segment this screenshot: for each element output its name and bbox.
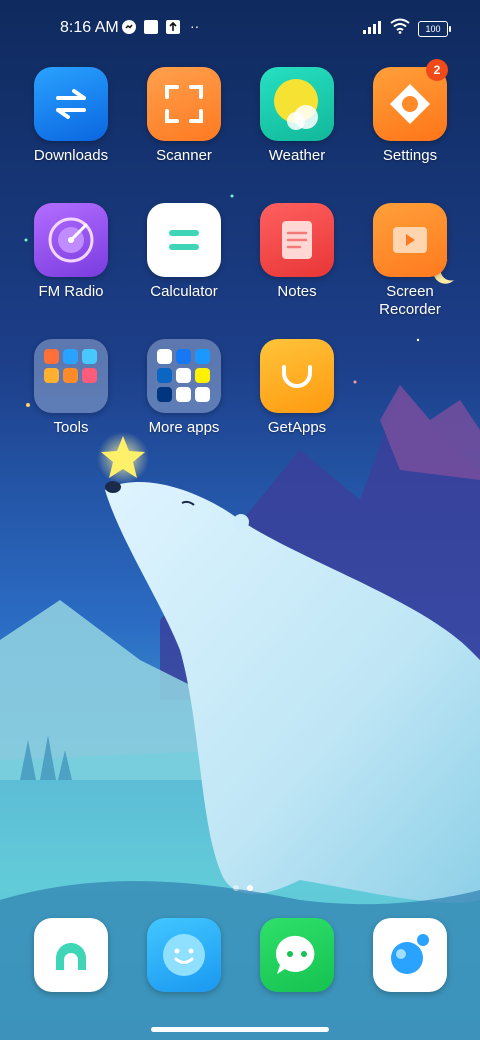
app-label: Weather [268, 147, 326, 164]
app-label: More apps [148, 419, 220, 436]
weather-icon [260, 67, 334, 141]
calculator-icon [147, 203, 221, 277]
app-scanner[interactable]: Scanner [129, 67, 239, 165]
messenger-icon [121, 19, 137, 40]
mini-app-icon [82, 349, 97, 364]
app-settings[interactable]: 2 Settings [355, 59, 465, 165]
mini-app-icon [82, 368, 97, 383]
page-indicator[interactable] [229, 878, 257, 896]
getapps-icon [260, 339, 334, 413]
notification-badge: 2 [426, 59, 448, 81]
scanner-icon [147, 67, 221, 141]
app-label: Calculator [150, 283, 218, 300]
mini-app-icon [44, 349, 59, 364]
mini-app-icon [44, 368, 59, 383]
page-dot-1[interactable] [233, 885, 239, 891]
app-more-apps-folder[interactable]: More apps [129, 339, 239, 437]
screen-recorder-icon [373, 203, 447, 277]
more-apps-folder-icon [147, 339, 221, 413]
messaging-icon [147, 918, 221, 992]
dock-phone[interactable] [34, 918, 108, 992]
mini-app-icon [176, 387, 191, 402]
app-label: Scanner [156, 147, 212, 164]
app-calculator[interactable]: Calculator [129, 203, 239, 301]
page-dot-2-active[interactable] [247, 885, 253, 891]
wifi-icon [390, 18, 410, 39]
app-label: Tools [53, 419, 89, 436]
mini-app-icon [63, 349, 78, 364]
app-screen-recorder[interactable]: Screen Recorder [355, 203, 465, 319]
app-downloads[interactable]: Downloads [16, 67, 126, 165]
app-notes[interactable]: Notes [242, 203, 352, 301]
app-label: Settings [382, 147, 438, 164]
app-label: FM Radio [38, 283, 104, 300]
more-notifications-icon: ·· [190, 18, 200, 34]
mini-app-icon [195, 368, 210, 383]
app-label: Screen Recorder [379, 283, 441, 318]
app-fm-radio[interactable]: FM Radio [16, 203, 126, 301]
mini-app-icon [176, 368, 191, 383]
app-getapps[interactable]: GetApps [242, 339, 352, 437]
phone-icon [34, 918, 108, 992]
app-tools-folder[interactable]: Tools [16, 339, 126, 437]
mini-app-icon [63, 368, 78, 383]
app-weather[interactable]: Weather [242, 67, 352, 165]
downloads-icon [34, 67, 108, 141]
notes-icon [260, 203, 334, 277]
clock: 8:16 AM [60, 19, 119, 36]
mini-app-icon [157, 349, 172, 364]
battery-icon: 100 [418, 21, 451, 37]
dock-messaging[interactable] [147, 918, 221, 992]
tools-folder-icon [34, 339, 108, 413]
mini-app-icon [195, 387, 210, 402]
home-indicator[interactable] [151, 1027, 329, 1032]
mini-app-icon [157, 368, 172, 383]
app-label: GetApps [267, 419, 327, 436]
browser-icon [373, 918, 447, 992]
fm-radio-icon [34, 203, 108, 277]
status-bar: 8:16 AM ·· 100 [0, 0, 480, 56]
upload-notification-icon [165, 19, 181, 40]
mini-app-icon [157, 387, 172, 402]
dock-chat[interactable] [260, 918, 334, 992]
square-notification-icon [143, 19, 159, 40]
app-label: Notes [277, 283, 317, 300]
dock-browser[interactable] [373, 918, 447, 992]
app-label: Downloads [33, 147, 109, 164]
mini-app-icon [195, 349, 210, 364]
signal-icon [363, 20, 385, 39]
chat-icon [260, 918, 334, 992]
mini-app-icon [176, 349, 191, 364]
